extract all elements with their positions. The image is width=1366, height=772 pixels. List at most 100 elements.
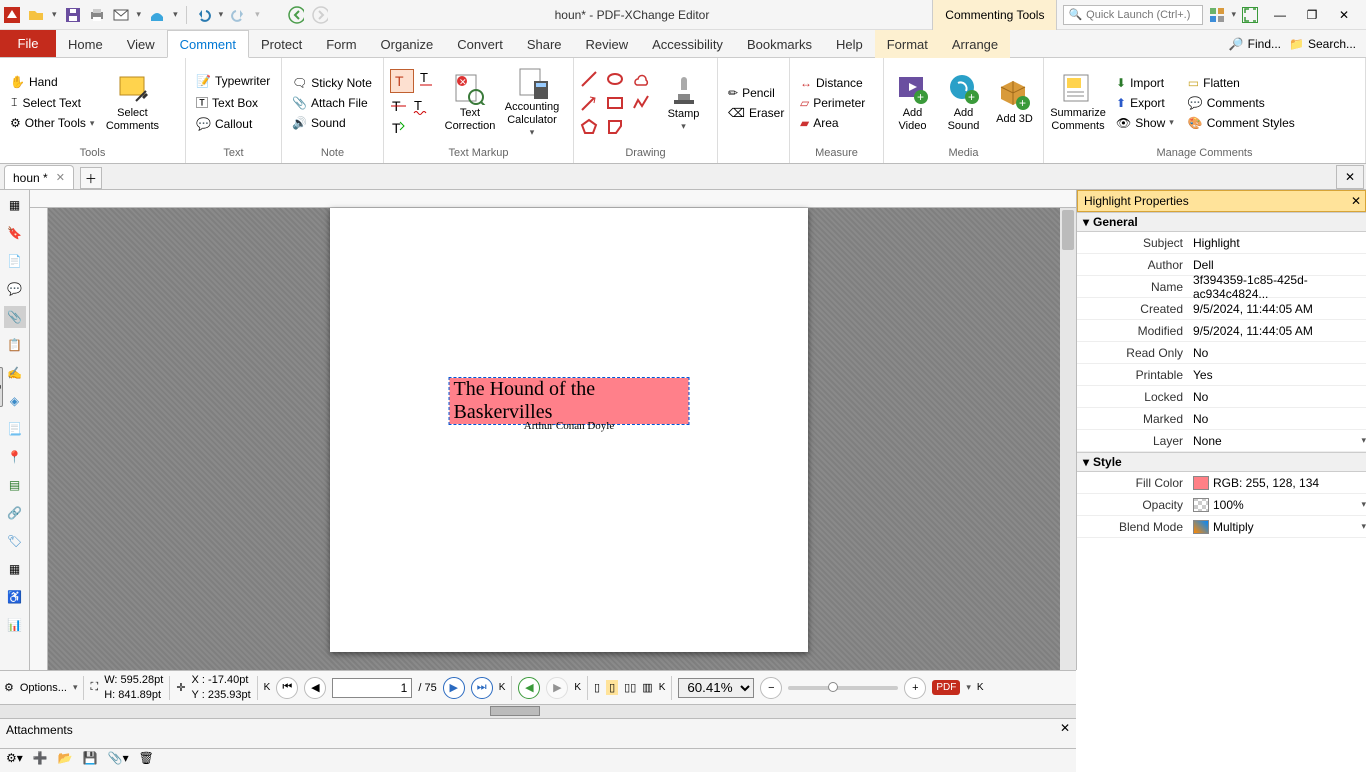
eraser-button[interactable]: ⌫Eraser xyxy=(724,104,788,122)
accessibility-pane-button[interactable]: ♿ xyxy=(4,586,26,608)
polygon-tool-button[interactable] xyxy=(580,118,598,136)
prop-name[interactable]: Name3f394359-1c85-425d-ac934c4824... xyxy=(1077,276,1366,298)
import-comments-button[interactable]: ⬇Import xyxy=(1112,74,1178,92)
document-viewport[interactable]: The Hound of the Baskervilles Arthur Con… xyxy=(30,190,1076,670)
view-set-icon[interactable]: K xyxy=(574,682,581,693)
squiggly-button[interactable]: T xyxy=(412,97,430,115)
add-sound-button[interactable]: +Add Sound xyxy=(941,73,986,131)
text-correction-button[interactable]: ✕ Text Correction xyxy=(442,73,498,131)
attach-file-button[interactable]: 📎Attach File xyxy=(288,94,376,112)
scrollbar-thumb[interactable] xyxy=(1062,210,1074,250)
underline-button[interactable]: T xyxy=(418,69,436,93)
select-comments-button[interactable]: Select Comments xyxy=(104,73,160,131)
prop-read-only[interactable]: Read OnlyNo xyxy=(1077,342,1366,364)
zoom-select[interactable]: 60.41% xyxy=(678,678,754,698)
prev-page-button[interactable]: ◀ xyxy=(304,677,326,699)
section-general[interactable]: ▾General xyxy=(1077,212,1366,232)
typewriter-button[interactable]: 📝Typewriter xyxy=(192,72,274,90)
attachments-pane-button[interactable]: 📎 xyxy=(4,306,26,328)
oval-tool-button[interactable] xyxy=(606,70,624,88)
rect-tool-button[interactable] xyxy=(606,94,624,112)
attach-open-icon[interactable]: 📂 xyxy=(58,751,73,770)
tab-help[interactable]: Help xyxy=(824,30,875,58)
redo-icon[interactable] xyxy=(231,7,247,23)
new-tab-button[interactable]: ＋ xyxy=(80,167,102,189)
sticky-note-button[interactable]: 🗨Sticky Note xyxy=(288,74,376,92)
undo-dropdown[interactable]: ▾ xyxy=(219,9,224,20)
tab-view[interactable]: View xyxy=(115,30,167,58)
file-menu-button[interactable]: File xyxy=(0,30,56,57)
arrow-tool-button[interactable] xyxy=(580,94,598,112)
undo-icon[interactable] xyxy=(195,7,211,23)
prop-marked[interactable]: MarkedNo xyxy=(1077,408,1366,430)
attach-save-icon[interactable]: 💾 xyxy=(83,751,98,770)
attach-delete-icon[interactable]: 🗑 xyxy=(139,751,154,770)
search-button[interactable]: 📁Search... xyxy=(1289,37,1356,51)
polyline-tool-button[interactable] xyxy=(632,94,650,112)
scan-icon[interactable] xyxy=(149,7,165,23)
prop-printable[interactable]: PrintableYes xyxy=(1077,364,1366,386)
minimize-button[interactable]: — xyxy=(1264,0,1296,30)
content-pane-button[interactable]: 📃 xyxy=(4,418,26,440)
prop-subject[interactable]: SubjectHighlight xyxy=(1077,232,1366,254)
ui-options-icon[interactable] xyxy=(1209,7,1225,23)
other-tools-button[interactable]: ⚙Other Tools▾ xyxy=(6,114,98,132)
document-tab[interactable]: houn * ✕ xyxy=(4,165,74,189)
comment-styles-button[interactable]: 🎨Comment Styles xyxy=(1184,114,1299,132)
nav-fwd-icon[interactable] xyxy=(312,7,328,23)
pdf-brand-icon[interactable]: PDF xyxy=(932,680,960,695)
bookmarks-pane-button[interactable]: 🔖 xyxy=(4,222,26,244)
email-dropdown[interactable]: ▾ xyxy=(137,9,142,20)
export-comments-button[interactable]: ⬆Export xyxy=(1112,94,1178,112)
tab-organize[interactable]: Organize xyxy=(369,30,446,58)
panel-splitter[interactable]: ◂ xyxy=(0,367,3,407)
zoom-slider[interactable] xyxy=(788,686,898,690)
attach-paperclip-icon[interactable]: 📎▾ xyxy=(108,751,129,770)
attach-new-icon[interactable]: ➕ xyxy=(33,751,48,770)
maximize-button[interactable]: ❐ xyxy=(1296,0,1328,30)
fwd-view-button[interactable]: ▶ xyxy=(546,677,568,699)
close-tab-icon[interactable]: ✕ xyxy=(56,171,65,184)
close-window-button[interactable]: ✕ xyxy=(1328,0,1360,30)
redo-dropdown[interactable]: ▾ xyxy=(255,9,260,20)
distance-button[interactable]: ↔Distance xyxy=(796,74,869,92)
insert-text-button[interactable]: T xyxy=(390,119,436,137)
tab-review[interactable]: Review xyxy=(574,30,641,58)
tab-home[interactable]: Home xyxy=(56,30,115,58)
find-button[interactable]: 🔎Find... xyxy=(1229,37,1281,51)
comments-panel-button[interactable]: 💬Comments xyxy=(1184,94,1299,112)
fullscreen-toggle-icon[interactable] xyxy=(1242,7,1258,23)
thumbnails-pane-button[interactable]: 📄 xyxy=(4,250,26,272)
hand-tool-button[interactable]: ✋Hand xyxy=(6,73,98,91)
continuous-button[interactable]: ▯ xyxy=(606,680,618,695)
callout-button[interactable]: 💬Callout xyxy=(192,115,274,133)
pdf-page[interactable]: The Hound of the Baskervilles Arthur Con… xyxy=(330,208,808,652)
signatures-pane-button[interactable]: ✍ xyxy=(4,362,26,384)
close-document-button[interactable]: ✕ xyxy=(1336,165,1364,189)
nav-back-icon[interactable] xyxy=(288,7,304,23)
links-pane-button[interactable]: 🔗 xyxy=(4,502,26,524)
show-comments-button[interactable]: 👁Show▾ xyxy=(1112,114,1178,132)
next-page-button[interactable]: ▶ xyxy=(443,677,465,699)
single-page-button[interactable]: ▯ xyxy=(594,681,600,694)
summarize-comments-button[interactable]: Summarize Comments xyxy=(1050,73,1106,131)
prop-fill-color[interactable]: Fill ColorRGB: 255, 128, 134 xyxy=(1077,472,1366,494)
tab-form[interactable]: Form xyxy=(314,30,368,58)
tab-share[interactable]: Share xyxy=(515,30,574,58)
prop-opacity[interactable]: Opacity100% ▾ xyxy=(1077,494,1366,516)
open-icon[interactable] xyxy=(28,7,44,23)
prop-locked[interactable]: LockedNo xyxy=(1077,386,1366,408)
properties-pane-button[interactable]: 📊 xyxy=(4,614,26,636)
highlighted-title[interactable]: The Hound of the Baskervilles xyxy=(450,378,689,424)
vertical-scrollbar[interactable] xyxy=(1060,208,1076,670)
attach-options-icon[interactable]: ⚙▾ xyxy=(6,751,23,770)
status-gear-icon[interactable]: ⚙ xyxy=(4,681,14,694)
area-button[interactable]: ▰Area xyxy=(796,114,869,132)
two-continuous-button[interactable]: ▥ xyxy=(642,681,652,694)
cloud-tool-button[interactable] xyxy=(632,70,650,88)
save-icon[interactable] xyxy=(65,7,81,23)
sound-button[interactable]: 🔊Sound xyxy=(288,114,376,132)
ruler-toggle-button[interactable]: ▦ xyxy=(4,194,26,216)
fields-pane-button[interactable]: 📋 xyxy=(4,334,26,356)
tab-accessibility[interactable]: Accessibility xyxy=(640,30,735,58)
